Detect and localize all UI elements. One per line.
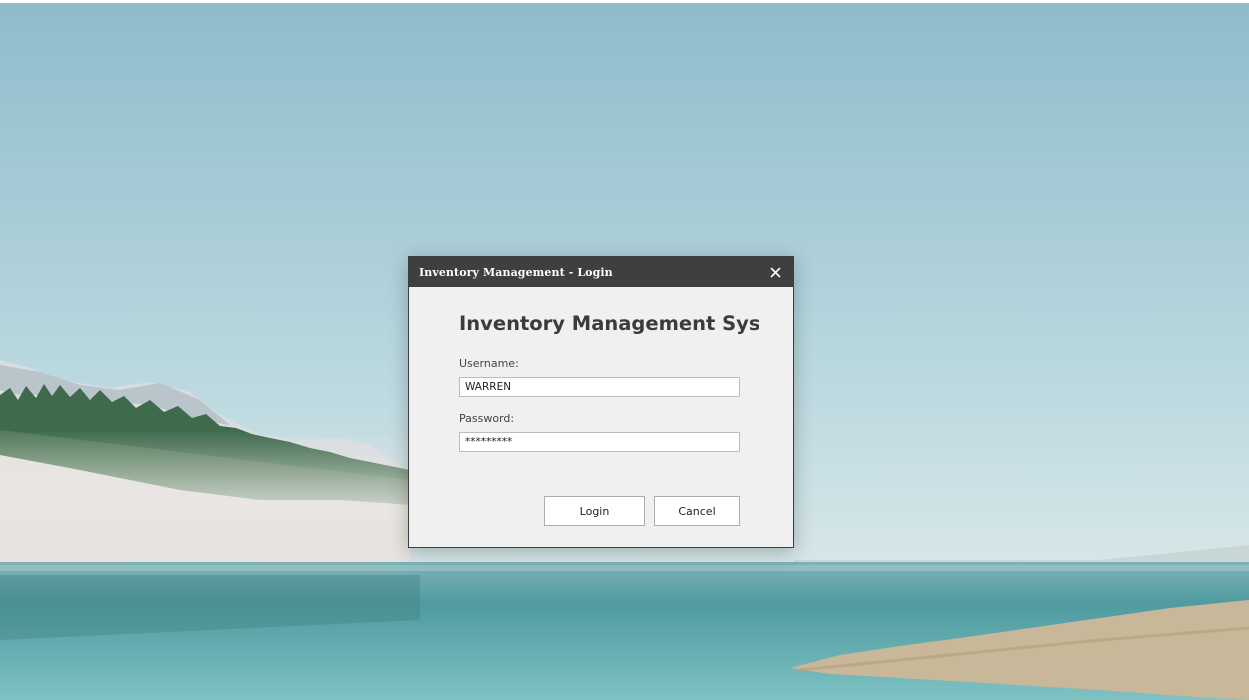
login-button[interactable]: Login [544,496,645,526]
desktop: Inventory Management - Login Inventory M… [0,0,1249,700]
cancel-button[interactable]: Cancel [654,496,740,526]
app-heading: Inventory Management System [459,312,759,335]
password-input[interactable] [459,432,740,452]
login-dialog: Inventory Management - Login Inventory M… [408,256,794,548]
dialog-title: Inventory Management - Login [419,265,613,279]
dialog-titlebar[interactable]: Inventory Management - Login [409,257,793,287]
password-label: Password: [459,412,515,425]
username-label: Username: [459,357,519,370]
close-icon[interactable] [767,264,783,280]
username-input[interactable] [459,377,740,397]
